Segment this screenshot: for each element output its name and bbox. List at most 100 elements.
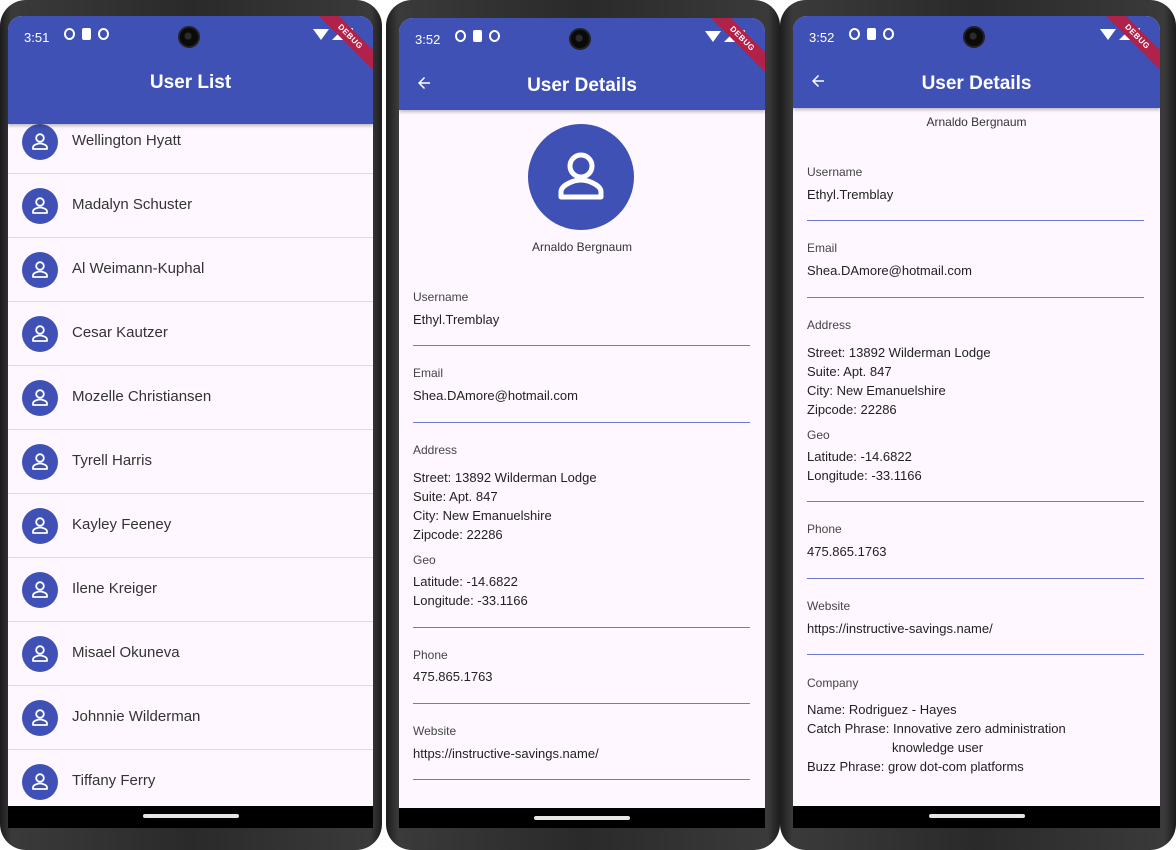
screen-user-list: 3:51 DEBUG User List Wellington Hyatt Mad… [8, 16, 373, 828]
user-avatar [22, 124, 58, 160]
street-value: 13892 Wilderman Lodge [848, 345, 991, 360]
zip-value: 22286 [860, 402, 897, 417]
status-time: 3:52 [415, 32, 441, 47]
divider [413, 703, 750, 704]
sync-icon [883, 28, 894, 40]
phone-frame-details-top: 3:52 DEBUG User Details Arnaldo Bergnaum… [386, 0, 780, 850]
person-outline-icon [32, 453, 48, 470]
longitude-line: Longitude: -33.1166 [413, 593, 528, 608]
user-list-item[interactable]: Kayley Feeney [8, 494, 373, 558]
company-label: Company [807, 676, 859, 690]
system-nav-bar [793, 806, 1160, 828]
catch-phrase-value: Innovative zero administration [893, 721, 1066, 736]
shield-icon [849, 28, 860, 40]
city-line: City: New Emanuelshire [807, 383, 946, 398]
buzz-phrase-line: Buzz Phrase: grow dot-com platforms [807, 759, 1024, 774]
phone-label: Phone [807, 522, 842, 536]
longitude-line: Longitude: -33.1166 [807, 468, 922, 483]
divider [413, 422, 750, 423]
user-list-item[interactable]: Madalyn Schuster [8, 174, 373, 238]
company-name-label: Name: [807, 702, 846, 717]
system-nav-bar [399, 808, 765, 828]
website-label: Website [807, 599, 851, 613]
city-line: City: New Emanuelshire [413, 508, 552, 523]
front-camera [963, 26, 985, 48]
user-list-item[interactable]: Mozelle Christiansen [8, 366, 373, 430]
longitude-value: -33.1166 [871, 468, 922, 483]
page-title: User Details [921, 73, 1032, 94]
zip-value: 22286 [466, 527, 503, 542]
street-label: Street: [807, 345, 846, 360]
longitude-value: -33.1166 [477, 593, 528, 608]
user-name: Kayley Feeney [72, 516, 172, 533]
status-notification-icons [64, 28, 109, 40]
status-notification-icons [849, 28, 894, 40]
user-name: Madalyn Schuster [72, 196, 193, 213]
user-list-item[interactable]: Tyrell Harris [8, 430, 373, 494]
home-gesture-handle[interactable] [928, 814, 1025, 818]
catch-phrase-line: Catch Phrase: Innovative zero administra… [807, 721, 1066, 736]
user-avatar [22, 508, 58, 544]
latitude-label: Latitude: [807, 449, 857, 464]
longitude-label: Longitude: [413, 593, 474, 608]
latitude-line: Latitude: -14.6822 [807, 449, 912, 464]
person-outline-icon [32, 581, 48, 598]
address-label: Address [413, 443, 458, 457]
person-outline-icon [558, 152, 604, 200]
username-label: Username [413, 290, 469, 304]
user-list-item[interactable]: Cesar Kautzer [8, 302, 373, 366]
suite-line: Suite: Apt. 847 [807, 364, 892, 379]
suite-value: Apt. 847 [449, 489, 498, 504]
latitude-value: -14.6822 [466, 574, 518, 589]
screen-user-details-top: 3:52 DEBUG User Details Arnaldo Bergnaum… [399, 18, 765, 828]
user-list-item[interactable]: Al Weimann-Kuphal [8, 238, 373, 302]
user-list-item[interactable]: Tiffany Ferry [8, 750, 373, 814]
user-name: Tiffany Ferry [72, 772, 156, 789]
website-label: Website [413, 724, 457, 738]
user-list-item[interactable]: Ilene Kreiger [8, 558, 373, 622]
user-avatar [22, 444, 58, 480]
zip-line: Zipcode: 22286 [413, 527, 503, 542]
user-list-item[interactable]: Misael Okuneva [8, 622, 373, 686]
email-value: Shea.DAmore@hotmail.com [807, 263, 972, 278]
latitude-line: Latitude: -14.6822 [413, 574, 518, 589]
suite-value: Apt. 847 [843, 364, 892, 379]
sd-card-icon [473, 30, 482, 42]
divider [807, 297, 1144, 298]
zip-label: Zipcode: [413, 527, 463, 542]
street-line: Street: 13892 Wilderman Lodge [413, 470, 597, 485]
wifi-icon [313, 28, 329, 40]
user-name: Tyrell Harris [72, 452, 153, 469]
street-line: Street: 13892 Wilderman Lodge [807, 345, 991, 360]
divider [413, 779, 750, 780]
shield-icon [64, 28, 75, 40]
user-name: Misael Okuneva [72, 644, 180, 661]
phone-value: 475.865.1763 [807, 544, 887, 559]
user-avatar [22, 252, 58, 288]
person-outline-icon [32, 773, 48, 790]
status-notification-icons [455, 30, 500, 42]
sync-icon [489, 30, 500, 42]
divider [807, 578, 1144, 579]
website-value[interactable]: https://instructive-savings.name/ [807, 621, 993, 636]
person-outline-icon [32, 709, 48, 726]
user-avatar [22, 700, 58, 736]
sync-icon [98, 28, 109, 40]
catch-phrase-continuation: knowledge user [892, 740, 984, 755]
user-name: Cesar Kautzer [72, 324, 168, 341]
user-list-item[interactable]: Johnnie Wilderman [8, 686, 373, 750]
street-value: 13892 Wilderman Lodge [454, 470, 597, 485]
city-value: New Emanuelshire [836, 383, 946, 398]
suite-label: Suite: [807, 364, 841, 379]
front-camera [178, 26, 200, 48]
user-name: Mozelle Christiansen [72, 388, 212, 405]
company-name-value: Rodriguez - Hayes [848, 702, 957, 717]
wifi-icon [1100, 28, 1116, 40]
divider [807, 654, 1144, 655]
city-label: City: [807, 383, 833, 398]
website-value[interactable]: https://instructive-savings.name/ [413, 746, 599, 761]
divider [413, 627, 750, 628]
home-gesture-handle[interactable] [142, 814, 239, 818]
phone-frame-details-scrolled: 3:52 DEBUG User Details Arnaldo Bergnaum… [780, 0, 1176, 850]
home-gesture-handle[interactable] [534, 816, 630, 820]
